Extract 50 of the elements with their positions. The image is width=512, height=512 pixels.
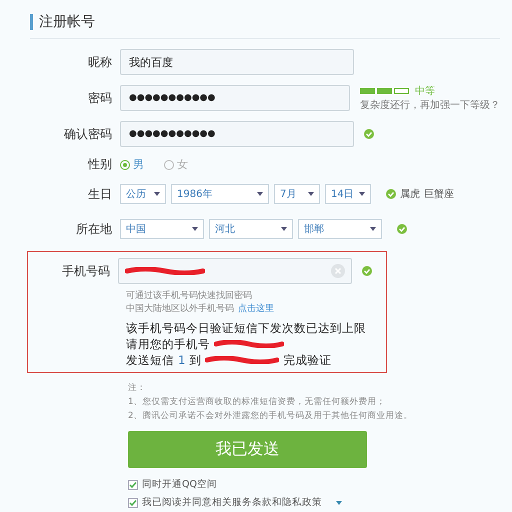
- sms-code: 1: [178, 352, 186, 368]
- submit-button[interactable]: 我已发送: [128, 431, 367, 468]
- instruction-text: 到: [189, 352, 202, 368]
- caret-icon[interactable]: [336, 500, 342, 504]
- dropdown[interactable]: 邯郸: [298, 219, 382, 239]
- dropdown[interactable]: 公历: [120, 184, 166, 204]
- zodiac-text: 属虎: [400, 188, 420, 201]
- strength-meter: 中等: [360, 84, 500, 98]
- caret-icon: [281, 227, 287, 231]
- caret-icon: [154, 192, 160, 196]
- caret-icon: [257, 192, 263, 196]
- field-label: 确认密码: [63, 126, 113, 142]
- checkbox[interactable]: [128, 480, 138, 490]
- section-title: 注册帐号: [30, 14, 500, 30]
- dropdown[interactable]: 中国: [120, 219, 204, 239]
- zodiac-text: 巨蟹座: [424, 188, 454, 201]
- caret-icon: [192, 227, 198, 231]
- note-text: 2、腾讯公司承诺不会对外泄露您的手机号码及用于其他任何商业用途。: [128, 410, 414, 423]
- dropdown[interactable]: 14日: [325, 184, 371, 204]
- strength-hint: 复杂度还行，再加强一下等级？: [360, 98, 500, 112]
- limit-message: 该手机号码今日验证短信下发次数已达到上限: [126, 320, 367, 336]
- caret-icon: [370, 227, 376, 231]
- agreement-text: 同时开通QQ空间: [142, 478, 217, 491]
- checkbox[interactable]: [128, 498, 138, 508]
- caret-icon: [308, 192, 314, 196]
- field-label: 手机号码: [61, 262, 111, 280]
- dropdown[interactable]: 7月: [274, 184, 320, 204]
- field-label: 密码: [87, 90, 113, 106]
- password-field[interactable]: ●●●●●●●●●●●: [120, 85, 350, 111]
- agreement-text: 我已阅读并同意相关服务条款和隐私政策: [142, 496, 322, 509]
- dropdown[interactable]: 1986年: [171, 184, 269, 204]
- dropdown[interactable]: 河北: [209, 219, 293, 239]
- caret-icon: [359, 192, 365, 196]
- instruction-text: 请用您的手机号: [126, 336, 210, 352]
- radio-option[interactable]: 男: [120, 157, 144, 172]
- field-label: 所在地: [75, 220, 113, 238]
- phone-hint: 可通过该手机号码快速找回密码: [126, 290, 253, 303]
- field-label: 昵称: [87, 54, 113, 70]
- field-label: 生日: [87, 186, 113, 202]
- instruction-text: 完成验证: [283, 352, 332, 368]
- note-text: 注：: [128, 382, 147, 395]
- abroad-hint: 中国大陆地区以外手机号码: [126, 303, 234, 316]
- instruction-text: 发送短信: [126, 352, 174, 368]
- password-field[interactable]: ●●●●●●●●●●●: [120, 121, 354, 147]
- redaction-mark: [214, 340, 284, 348]
- click-here-link[interactable]: 点击这里: [238, 303, 274, 316]
- note-text: 1、您仅需支付运营商收取的标准短信资费，无需任何额外费用；: [128, 396, 386, 409]
- input-field[interactable]: 我的百度: [120, 49, 354, 75]
- field-label: 性别: [86, 156, 113, 173]
- phone-field[interactable]: [118, 258, 352, 284]
